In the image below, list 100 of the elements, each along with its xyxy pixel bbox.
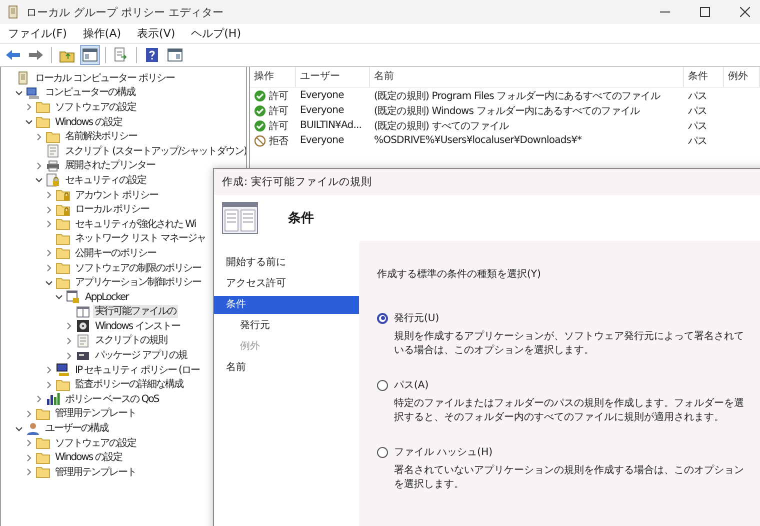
option-label[interactable]: ファイル ハッシュ(H) xyxy=(394,445,493,459)
option-label[interactable]: 発行元(U) xyxy=(394,311,440,325)
radio-button[interactable] xyxy=(377,380,388,390)
tree-item[interactable]: アカウント ポリシー xyxy=(73,188,160,202)
expanded-chevron-icon[interactable] xyxy=(15,424,23,433)
collapsed-chevron-icon[interactable] xyxy=(65,322,73,330)
collapsed-chevron-icon[interactable] xyxy=(25,410,33,418)
tree-item[interactable]: IP セキュリティ ポリシー (ロー xyxy=(73,364,202,377)
action-cell-text: 許可 xyxy=(269,104,288,118)
column-header[interactable]: 条件 xyxy=(684,67,724,87)
collapsed-chevron-icon[interactable] xyxy=(45,206,53,214)
wizard-step[interactable]: 条件 xyxy=(214,296,359,314)
check-circle-icon xyxy=(254,120,266,132)
tree-item[interactable]: パッケージ アプリの規 xyxy=(93,349,190,362)
tree-item[interactable]: ネットワーク リスト マネージャ xyxy=(73,232,208,246)
folder-icon xyxy=(46,130,60,143)
tree-item[interactable]: アプリケーション制御ポリシー xyxy=(73,276,203,290)
wizard-step[interactable]: 名前 xyxy=(214,359,359,377)
tree-item[interactable]: スクリプトの規則 xyxy=(93,334,169,348)
window-title: ローカル グループ ポリシー エディター xyxy=(26,4,224,20)
menu-item[interactable]: ファイル(F) xyxy=(8,26,67,41)
radio-button[interactable] xyxy=(377,312,388,324)
tree-item[interactable]: 実行可能ファイルの xyxy=(93,305,178,318)
user-cell-text: Everyone xyxy=(299,90,345,101)
option-label[interactable]: パス(A) xyxy=(394,378,429,392)
tree-item[interactable]: 公開キーのポリシー xyxy=(73,246,158,260)
collapsed-chevron-icon[interactable] xyxy=(45,366,53,374)
radio-button[interactable] xyxy=(377,446,388,458)
expanded-chevron-icon[interactable] xyxy=(15,88,23,97)
column-header[interactable]: 名前 xyxy=(370,67,684,87)
tree-item[interactable]: 監査ポリシーの詳細な構成 xyxy=(73,378,185,392)
expanded-chevron-icon[interactable] xyxy=(35,176,43,184)
tree-item[interactable]: ローカル ポリシー xyxy=(73,203,152,216)
collapsed-chevron-icon[interactable] xyxy=(45,220,53,228)
collapsed-chevron-icon[interactable] xyxy=(45,264,53,272)
window-icon xyxy=(76,304,90,319)
collapsed-chevron-icon[interactable] xyxy=(25,439,33,448)
condition-cell-text: パス xyxy=(687,134,708,148)
tree-item[interactable]: コンピューターの構成 xyxy=(43,86,137,100)
tree-item[interactable]: ソフトウェアの制限のポリシー xyxy=(73,262,203,275)
network-computer-icon xyxy=(56,363,70,378)
wizard-step[interactable]: 発行元 xyxy=(214,317,359,335)
collapsed-chevron-icon[interactable] xyxy=(65,336,73,345)
tree-item[interactable]: Windows インストー xyxy=(93,320,182,333)
tree-item[interactable]: 展開されたプリンター xyxy=(63,159,157,172)
collapsed-chevron-icon[interactable] xyxy=(35,395,43,404)
collapsed-chevron-icon[interactable] xyxy=(25,103,33,112)
close-icon[interactable] xyxy=(740,7,750,17)
locked-folder-icon xyxy=(56,204,70,216)
tree-item[interactable]: Windows の設定 xyxy=(53,451,124,464)
column-header[interactable]: 例外 xyxy=(724,67,760,87)
export-list-icon xyxy=(113,47,129,63)
tree-item[interactable]: セキュリティが強化された Wi xyxy=(73,218,198,231)
column-header[interactable]: 操作 xyxy=(250,67,296,87)
expanded-chevron-icon[interactable] xyxy=(45,278,53,287)
collapsed-chevron-icon[interactable] xyxy=(25,468,33,476)
collapsed-chevron-icon[interactable] xyxy=(35,162,43,170)
tree-item[interactable]: ローカル コンピューター ポリシー xyxy=(33,72,176,85)
wizard-step[interactable]: アクセス許可 xyxy=(214,275,359,293)
tree-item[interactable]: Windows の設定 xyxy=(53,116,124,129)
menu-item[interactable]: ヘルプ(H) xyxy=(191,26,241,41)
action-cell-text: 拒否 xyxy=(269,134,288,148)
collapsed-chevron-icon[interactable] xyxy=(65,352,73,360)
tree-item[interactable]: スクリプト (スタートアップ/シャットダウン) xyxy=(63,144,246,158)
wizard-step[interactable]: 開始する前に xyxy=(214,254,359,272)
tree-item[interactable]: 管理用テンプレート xyxy=(53,466,138,479)
locked-window-icon xyxy=(66,290,80,304)
tree-item[interactable]: ソフトウェアの設定 xyxy=(53,100,138,114)
folder-icon xyxy=(56,218,70,230)
tree-item[interactable]: ユーザーの構成 xyxy=(43,422,110,436)
collapsed-chevron-icon[interactable] xyxy=(25,454,33,462)
tree-item[interactable]: セキュリティの設定 xyxy=(63,174,148,187)
collapsed-chevron-icon[interactable] xyxy=(35,132,43,141)
collapsed-chevron-icon[interactable] xyxy=(45,380,53,389)
expanded-chevron-icon[interactable] xyxy=(55,293,63,302)
menu-item[interactable]: 表示(V) xyxy=(137,26,176,41)
condition-cell-text: パス xyxy=(687,120,708,132)
condition-cell-text: パス xyxy=(687,90,708,102)
tree-item[interactable]: ポリシー ベースの QoS xyxy=(63,392,161,406)
option-description: 特定のファイルまたはフォルダーのパスの規則を作成します。フォルダーを選択すると、そのフォルダー内のすべてのファイルに規則が適用されます。 xyxy=(393,397,745,425)
expanded-chevron-icon[interactable] xyxy=(25,118,33,126)
prompt-text: 作成する標準の条件の種類を選択(Y) xyxy=(377,268,542,281)
tree-item[interactable]: 名前解決ポリシー xyxy=(63,130,139,144)
condition-cell-text: パス xyxy=(687,104,708,118)
tree-item[interactable]: ソフトウェアの設定 xyxy=(53,436,138,450)
column-header[interactable]: ユーザー xyxy=(296,67,370,87)
maximize-icon[interactable] xyxy=(700,7,710,17)
collapsed-chevron-icon[interactable] xyxy=(45,249,53,258)
rule-name-cell-text: %OSDRIVE%¥Users¥localuser¥Downloads¥* xyxy=(373,135,583,146)
console-tree-button[interactable] xyxy=(80,45,100,65)
tree-item[interactable]: 管理用テンプレート xyxy=(53,407,138,420)
check-circle-icon xyxy=(254,90,266,102)
window-left-pane-icon xyxy=(82,47,98,63)
folder-icon xyxy=(36,466,50,478)
app-icon xyxy=(6,5,20,19)
tree-item[interactable]: AppLocker xyxy=(83,290,130,304)
prohibited-icon xyxy=(254,134,266,146)
collapsed-chevron-icon[interactable] xyxy=(45,191,53,200)
menu-item[interactable]: 操作(A) xyxy=(82,26,122,41)
printer-icon xyxy=(46,158,60,173)
